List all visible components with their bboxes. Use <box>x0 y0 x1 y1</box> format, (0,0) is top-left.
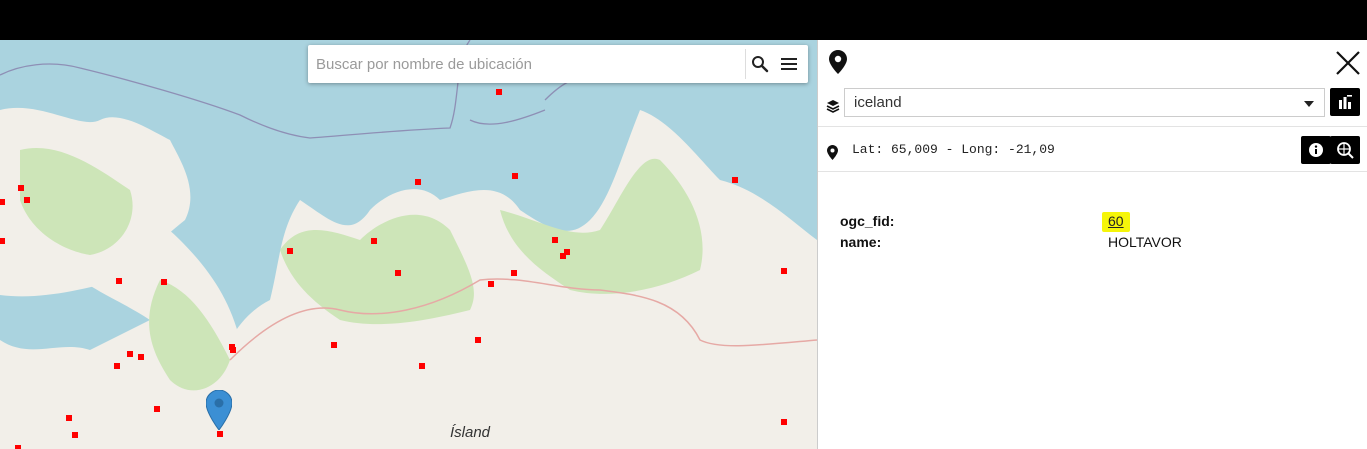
info-button[interactable] <box>1301 136 1331 164</box>
location-pin-icon <box>829 50 847 74</box>
map-point[interactable] <box>415 179 421 185</box>
layer-select-value: iceland <box>854 94 902 111</box>
info-icon <box>1309 143 1323 157</box>
map-point[interactable] <box>230 347 236 353</box>
map-point[interactable] <box>287 248 293 254</box>
map-place-label: Ísland <box>450 424 491 441</box>
menu-icon <box>781 58 797 70</box>
attribute-value: HOLTAVOR <box>1108 234 1182 250</box>
map-view[interactable]: Ísland <box>0 40 817 449</box>
map-point[interactable] <box>0 238 5 244</box>
coordinate-pin-icon <box>827 145 838 160</box>
zoom-to-icon <box>1337 142 1354 159</box>
map-point[interactable] <box>161 279 167 285</box>
panel-header <box>818 40 1367 84</box>
close-icon <box>1336 51 1360 75</box>
map-point[interactable] <box>371 238 377 244</box>
map-point[interactable] <box>331 342 337 348</box>
map-point[interactable] <box>475 337 481 343</box>
map-point[interactable] <box>732 177 738 183</box>
map-point[interactable] <box>552 237 558 243</box>
map-canvas <box>0 40 817 449</box>
map-point[interactable] <box>511 270 517 276</box>
top-bar <box>0 0 1367 40</box>
map-point[interactable] <box>72 432 78 438</box>
chart-icon <box>1339 95 1352 109</box>
map-point[interactable] <box>114 363 120 369</box>
map-point[interactable] <box>488 281 494 287</box>
layer-row: iceland <box>818 84 1367 124</box>
marker-icon <box>206 390 232 430</box>
search-divider <box>745 49 746 79</box>
ogc-fid-link[interactable]: 60 <box>1102 212 1130 232</box>
attribute-key: ogc_fid: <box>840 213 895 229</box>
coordinates-row: Lat: 65,009 - Long: -21,09 <box>818 126 1367 172</box>
map-point[interactable] <box>154 406 160 412</box>
map-point[interactable] <box>512 173 518 179</box>
map-point[interactable] <box>781 268 787 274</box>
map-point[interactable] <box>781 419 787 425</box>
map-point[interactable] <box>496 89 502 95</box>
map-point[interactable] <box>66 415 72 421</box>
map-point[interactable] <box>217 431 223 437</box>
attribute-key: name: <box>840 234 882 250</box>
layers-icon <box>826 100 840 113</box>
map-point[interactable] <box>15 445 21 449</box>
map-point[interactable] <box>419 363 425 369</box>
identify-panel: iceland Lat: 65,009 - Long: -21,09 ogc_f… <box>817 40 1367 449</box>
map-point[interactable] <box>24 197 30 203</box>
chevron-down-icon <box>1304 101 1314 107</box>
zoom-to-button[interactable] <box>1330 136 1360 164</box>
map-point[interactable] <box>395 270 401 276</box>
menu-button[interactable] <box>777 52 801 76</box>
coordinates-text: Lat: 65,009 - Long: -21,09 <box>852 142 1055 157</box>
search-button[interactable] <box>748 52 772 76</box>
map-point[interactable] <box>0 199 5 205</box>
search-icon <box>752 56 769 73</box>
map-point[interactable] <box>18 185 24 191</box>
map-point[interactable] <box>560 253 566 259</box>
search-input[interactable] <box>308 45 738 83</box>
map-point[interactable] <box>138 354 144 360</box>
map-point[interactable] <box>116 278 122 284</box>
layer-select[interactable]: iceland <box>844 88 1325 117</box>
chart-button[interactable] <box>1330 88 1360 116</box>
attribute-value: 60 <box>1102 212 1130 232</box>
search-bar <box>308 45 808 83</box>
map-point[interactable] <box>127 351 133 357</box>
close-button[interactable] <box>1335 50 1361 76</box>
